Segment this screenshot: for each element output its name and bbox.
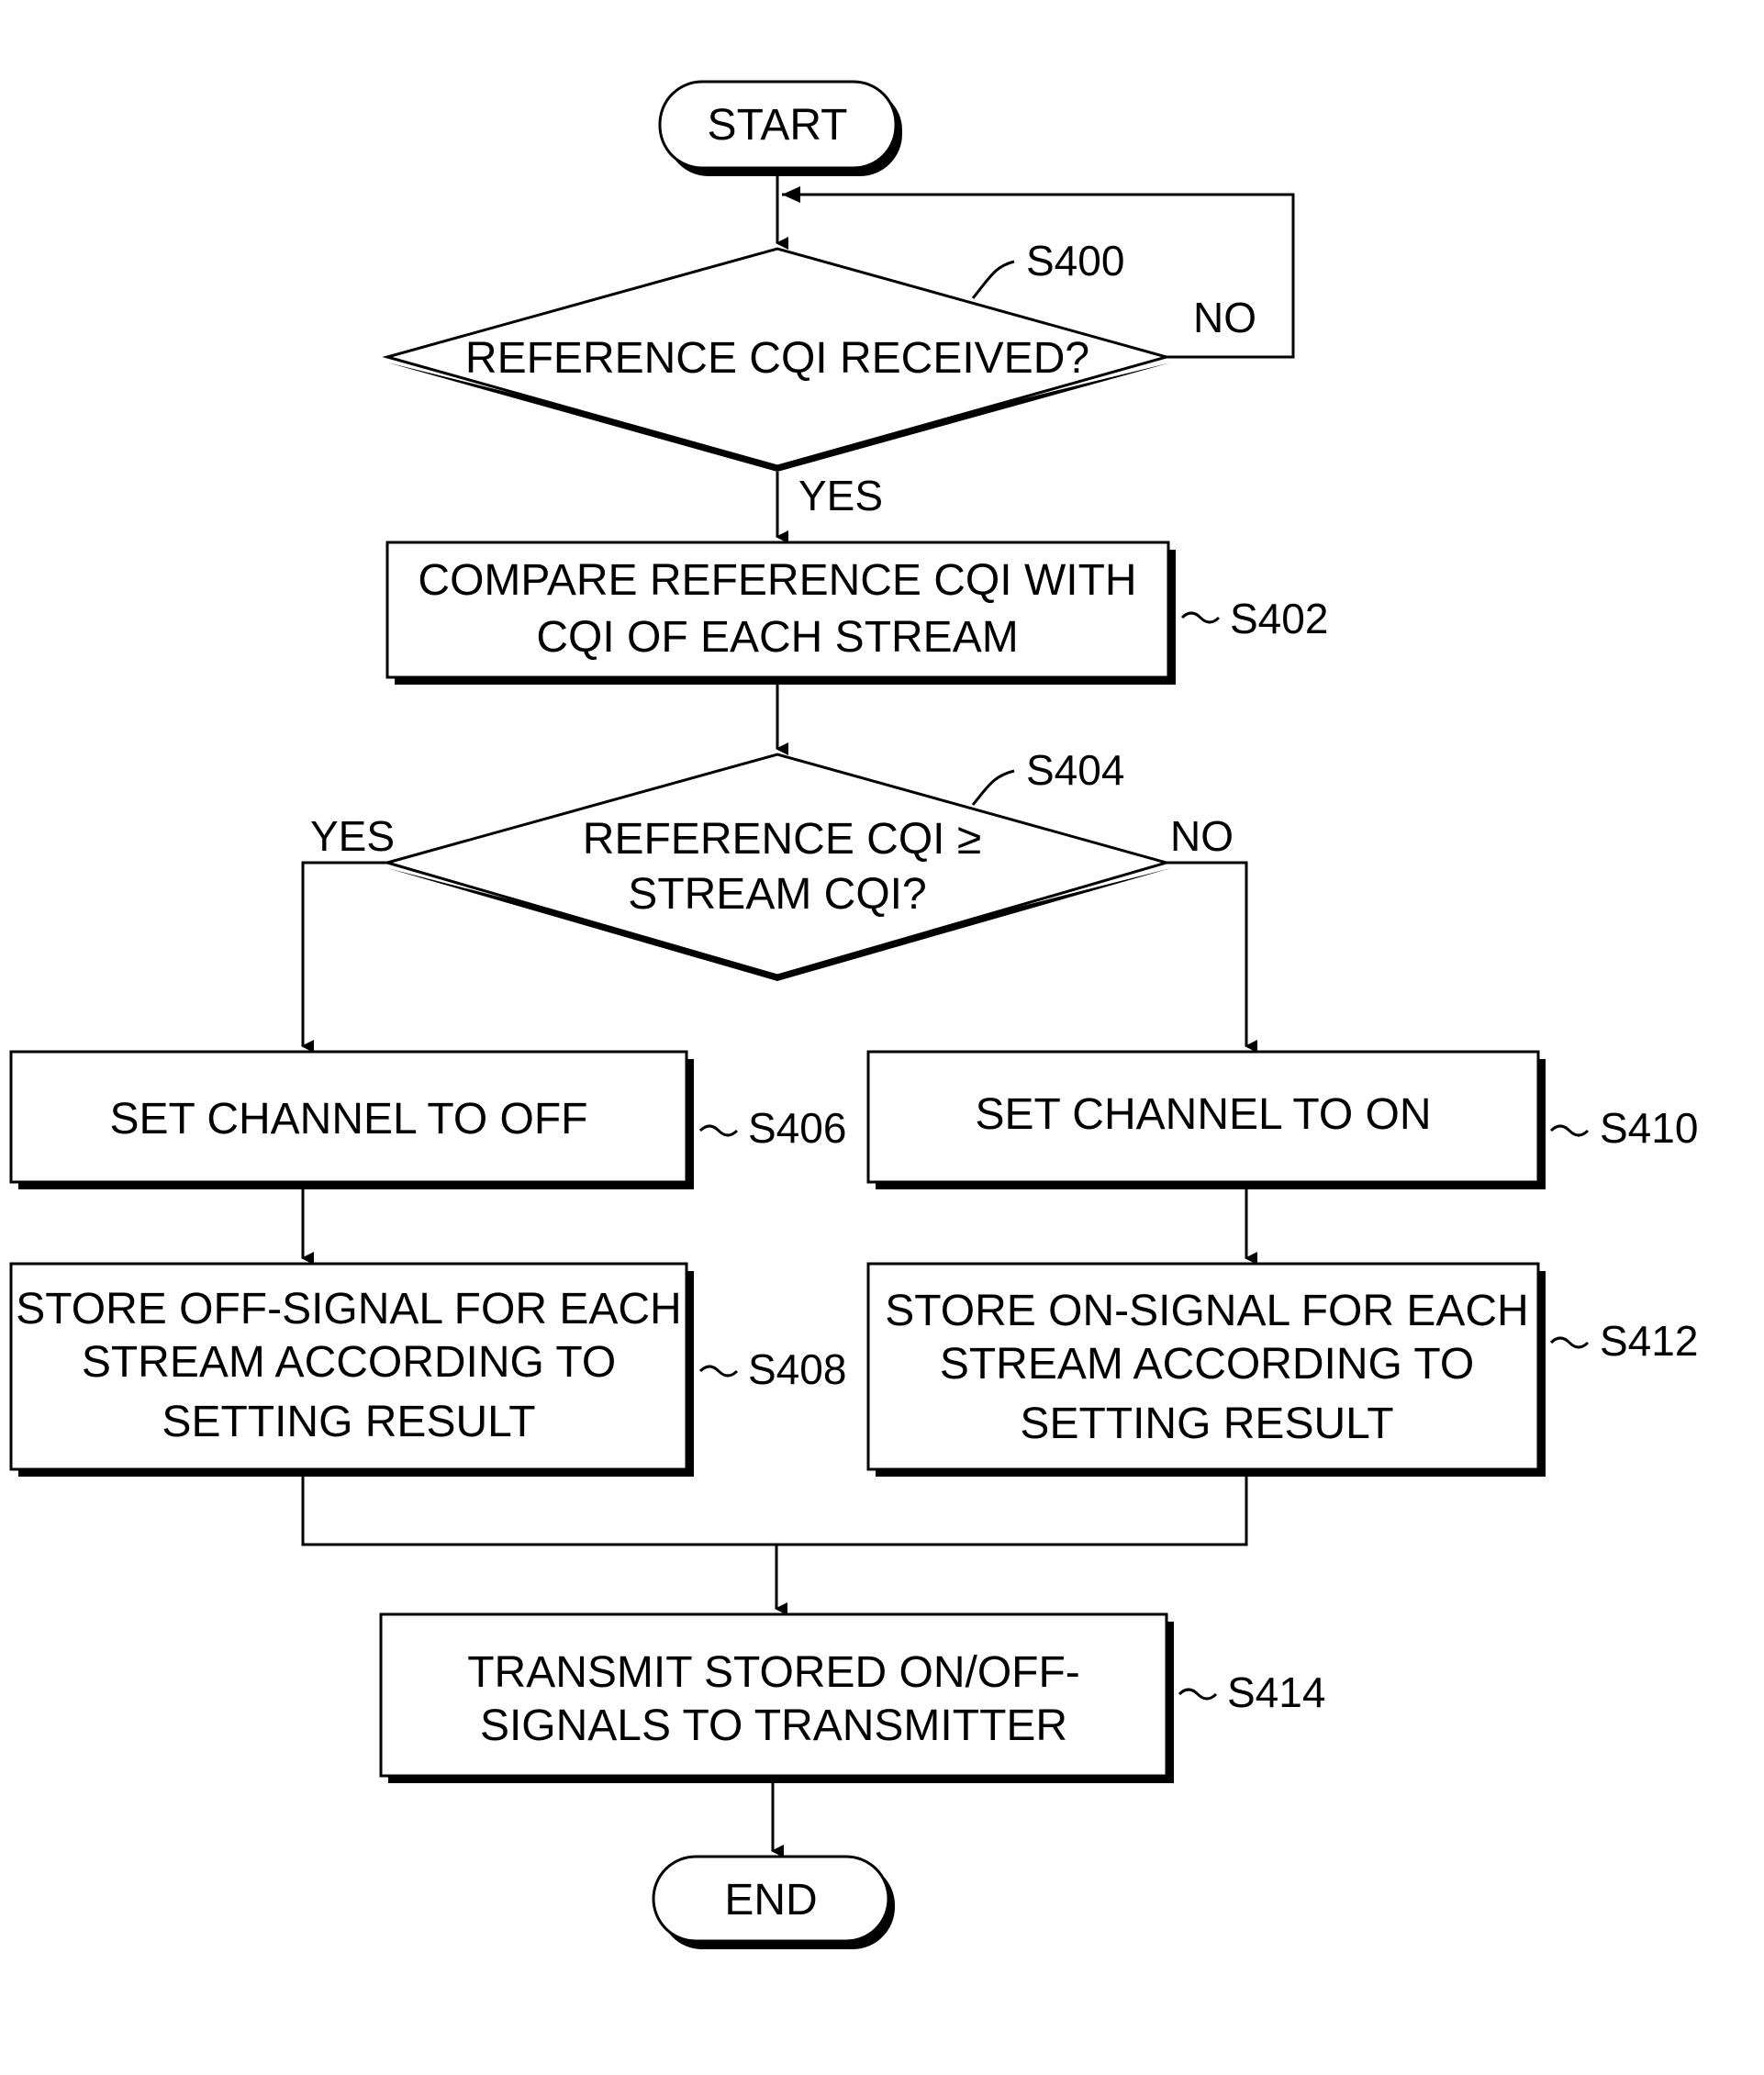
s410-id: S410	[1600, 1104, 1698, 1152]
s414-line1: TRANSMIT STORED ON/OFF-	[467, 1648, 1080, 1697]
s412-line2: STREAM ACCORDING TO	[940, 1340, 1474, 1389]
start-terminal: START	[658, 80, 902, 176]
end-terminal: END	[652, 1855, 895, 1949]
s408-line2: STREAM ACCORDING TO	[82, 1338, 616, 1387]
s406-text: SET CHANNEL TO OFF	[110, 1095, 588, 1143]
s410-leader	[1549, 1124, 1590, 1137]
end-label: END	[724, 1876, 817, 1924]
s402-line1: COMPARE REFERENCE CQI WITH	[418, 556, 1136, 605]
s400-id: S400	[1026, 237, 1124, 284]
s410-text: SET CHANNEL TO ON	[975, 1090, 1431, 1139]
s404-id: S404	[1026, 746, 1124, 794]
s412-leader	[1549, 1336, 1590, 1349]
s408-leader	[698, 1365, 739, 1378]
process-s412: STORE ON-SIGNAL FOR EACH STREAM ACCORDIN…	[866, 1262, 1546, 1477]
s400-yes-label: YES	[798, 472, 883, 519]
process-s410: SET CHANNEL TO ON	[866, 1050, 1546, 1189]
s404-yes-label: YES	[310, 812, 395, 860]
s400-no-label: NO	[1193, 294, 1256, 341]
process-s406: SET CHANNEL TO OFF	[9, 1050, 694, 1189]
s414-id: S414	[1227, 1668, 1325, 1716]
s400-text: REFERENCE CQI RECEIVED?	[465, 334, 1089, 383]
s406-leader	[698, 1124, 739, 1137]
process-s402: COMPARE REFERENCE CQI WITH CQI OF EACH S…	[385, 541, 1176, 685]
s412-line1: STORE ON-SIGNAL FOR EACH	[885, 1287, 1528, 1335]
s402-leader	[1180, 611, 1221, 624]
s406-id: S406	[748, 1104, 846, 1152]
merge-line	[301, 1477, 1248, 1546]
process-s408: STORE OFF-SIGNAL FOR EACH STREAM ACCORDI…	[9, 1262, 694, 1477]
s414-line2: SIGNALS TO TRANSMITTER	[480, 1701, 1067, 1750]
s404-leader	[971, 769, 1015, 806]
s408-line3: SETTING RESULT	[162, 1398, 535, 1446]
s404-no-label: NO	[1170, 812, 1234, 860]
arrow-s404-no	[1167, 861, 1257, 1053]
s408-id: S408	[748, 1345, 846, 1393]
s404-line1: REFERENCE CQI ≥	[583, 815, 981, 864]
arrow-s404-yes	[301, 861, 387, 1053]
s408-line1: STORE OFF-SIGNAL FOR EACH	[16, 1285, 681, 1333]
s402-id: S402	[1230, 595, 1328, 642]
s412-line3: SETTING RESULT	[1020, 1400, 1393, 1448]
s404-line2: STREAM CQI?	[628, 870, 926, 919]
arrowhead-loop	[782, 186, 800, 203]
s402-line2: CQI OF EACH STREAM	[536, 613, 1018, 662]
s400-leader	[971, 260, 1015, 299]
s412-id: S412	[1600, 1317, 1698, 1365]
start-label: START	[708, 101, 848, 150]
s414-leader	[1178, 1688, 1218, 1701]
flowchart: START REFERENCE CQI RECEIVED? S400 NO YE…	[9, 80, 1698, 1949]
process-s414: TRANSMIT STORED ON/OFF- SIGNALS TO TRANS…	[379, 1612, 1174, 1783]
